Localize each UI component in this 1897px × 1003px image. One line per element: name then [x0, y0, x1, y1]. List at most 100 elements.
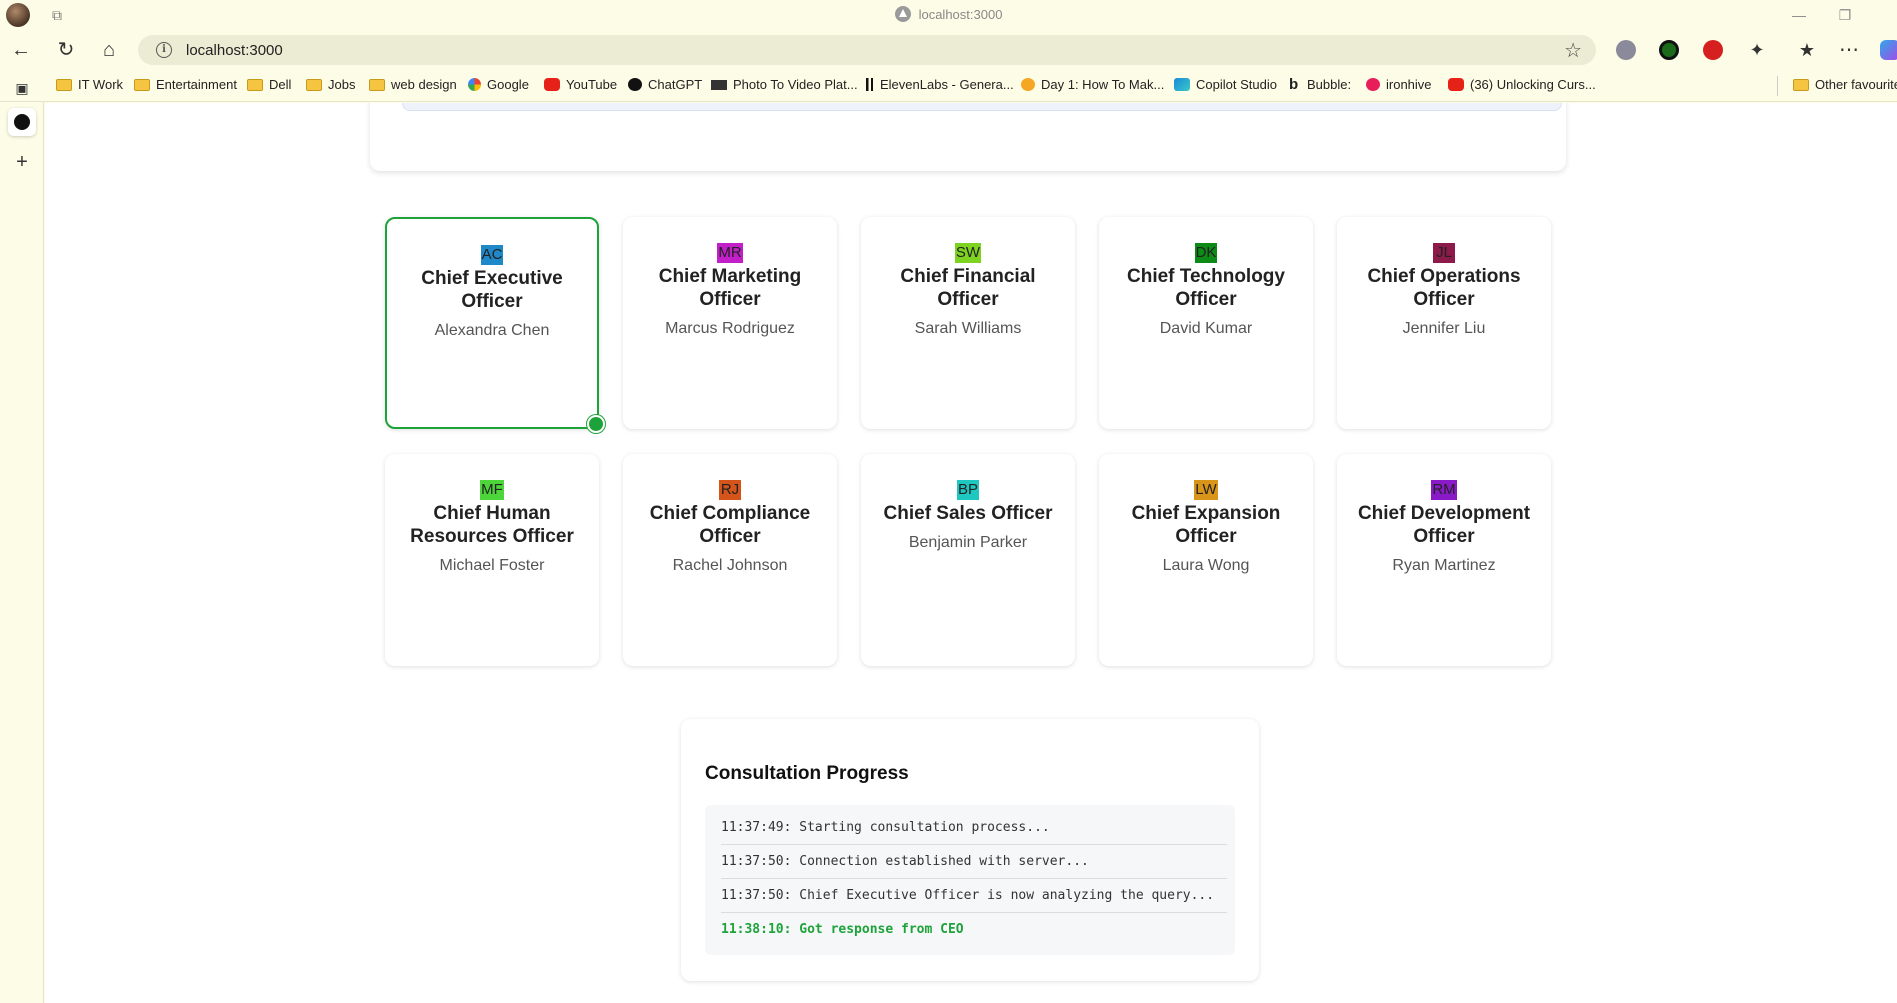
progress-log: 11:37:49: Starting consultation process.…	[705, 805, 1235, 955]
bookmark-google[interactable]: Google	[468, 77, 529, 92]
executive-card[interactable]: LW Chief Expansion Officer Laura Wong	[1099, 454, 1313, 666]
extensions-puzzle-icon[interactable]: ✦	[1742, 36, 1772, 64]
reload-icon[interactable]: ↻	[51, 36, 81, 64]
folder-icon	[369, 78, 385, 91]
minimize-icon[interactable]: —	[1781, 4, 1817, 26]
executive-card[interactable]: MR Chief Marketing Officer Marcus Rodrigue…	[623, 217, 837, 429]
avatar: RM	[1431, 480, 1457, 500]
bookmark-it-work[interactable]: IT Work	[56, 77, 123, 92]
ironhive-icon	[1366, 78, 1380, 91]
executive-card[interactable]: AC Chief Executive Officer Alexandra Chen	[385, 217, 605, 433]
more-menu-icon[interactable]: ⋯	[1834, 36, 1864, 64]
avatar: JL	[1433, 243, 1455, 263]
browser-toolbar: ← ↻ ⌂ i localhost:3000 ☆ ✦ ★ ⋯	[0, 30, 1897, 70]
bookmark-divider	[1777, 76, 1778, 96]
bookmark-other-favourites[interactable]: Other favourites	[1793, 77, 1897, 92]
executive-name: Laura Wong	[1162, 557, 1250, 574]
extension-green-icon[interactable]	[1659, 40, 1679, 60]
title-bar: ⧉ localhost:3000 — ❐	[0, 0, 1897, 30]
progress-heading: Consultation Progress	[705, 763, 909, 784]
elevenlabs-icon	[866, 78, 874, 91]
bookmark-copilot-studio[interactable]: Copilot Studio	[1174, 77, 1277, 92]
bookmark-youtube[interactable]: YouTube	[544, 77, 617, 92]
executive-name: Marcus Rodriguez	[665, 320, 795, 337]
executive-card[interactable]: RM Chief Development Officer Ryan Martinez	[1337, 454, 1551, 666]
home-icon[interactable]: ⌂	[94, 36, 124, 64]
log-line: 11:37:49: Starting consultation process.…	[721, 811, 1227, 845]
executive-name: Benjamin Parker	[908, 534, 1028, 551]
youtube-icon	[1448, 78, 1464, 91]
query-input-area[interactable]	[402, 103, 1562, 111]
executive-name: Ryan Martinez	[1392, 557, 1496, 574]
executive-name: Alexandra Chen	[434, 322, 550, 339]
bookmark-jobs[interactable]: Jobs	[306, 77, 355, 92]
bookmark-web-design[interactable]: web design	[369, 77, 457, 92]
day1-icon	[1021, 78, 1035, 91]
executive-role: Chief Development Officer	[1357, 503, 1531, 547]
query-card	[370, 103, 1566, 171]
vertical-tab-strip: ▣ +	[0, 80, 44, 1003]
executive-role: Chief Operations Officer	[1367, 266, 1521, 310]
avatar: SW	[954, 243, 982, 263]
window-title-text: localhost:3000	[918, 7, 1003, 22]
copilot-icon[interactable]	[1880, 40, 1897, 60]
tab-actions-icon[interactable]: ▣	[8, 74, 36, 102]
executive-role: Chief Financial Officer	[900, 266, 1036, 310]
executive-card[interactable]: DK Chief Technology Officer David Kumar	[1099, 217, 1313, 429]
executive-name: David Kumar	[1159, 320, 1253, 337]
executive-card[interactable]: BP Chief Sales Officer Benjamin Parker	[861, 454, 1075, 666]
favourite-star-icon[interactable]: ☆	[1564, 38, 1582, 63]
avatar: MF	[480, 480, 504, 500]
site-info-icon[interactable]: i	[156, 42, 172, 58]
youtube-icon	[544, 78, 560, 91]
bookmark-photo-to-video[interactable]: Photo To Video Plat...	[711, 77, 858, 92]
address-bar[interactable]: i localhost:3000 ☆	[138, 35, 1596, 65]
page-viewport: AC Chief Executive Officer Alexandra Chen M…	[45, 103, 1897, 1003]
new-tab-icon[interactable]: +	[8, 148, 36, 176]
favourites-icon[interactable]: ★	[1792, 36, 1822, 64]
executive-card[interactable]: MF Chief Human Resources Officer Michael F…	[385, 454, 599, 666]
folder-icon	[247, 78, 263, 91]
executive-role: Chief Technology Officer	[1127, 266, 1285, 310]
executive-grid: AC Chief Executive Officer Alexandra Chen M…	[385, 217, 1555, 673]
back-icon[interactable]: ←	[6, 36, 36, 64]
bookmark-elevenlabs[interactable]: ElevenLabs - Genera...	[866, 77, 1014, 92]
log-line: 11:38:10: Got response from CEO	[721, 922, 964, 937]
folder-icon	[134, 78, 150, 91]
consultation-progress-card: Consultation Progress 11:37:49: Starting…	[681, 719, 1259, 981]
bookmark-chatgpt[interactable]: ChatGPT	[628, 77, 702, 92]
site-favicon-icon	[894, 6, 911, 22]
executive-card[interactable]: SW Chief Financial Officer Sarah Williams	[861, 217, 1075, 429]
executive-role: Chief Sales Officer	[883, 503, 1053, 524]
active-tab-favicon[interactable]	[8, 108, 36, 136]
active-status-indicator	[587, 415, 605, 433]
executive-name: Michael Foster	[439, 557, 545, 574]
copilot-icon	[1174, 78, 1190, 91]
window-title: localhost:3000	[0, 6, 1897, 22]
extension-circle-icon[interactable]	[1616, 40, 1636, 60]
executive-role: Chief Human Resources Officer	[410, 503, 574, 547]
folder-icon	[56, 78, 72, 91]
executive-card[interactable]: RJ Chief Compliance Officer Rachel Johnson	[623, 454, 837, 666]
extension-red-badge-icon[interactable]	[1703, 40, 1723, 60]
bookmark-day1[interactable]: Day 1: How To Mak...	[1021, 77, 1164, 92]
google-icon	[468, 78, 481, 91]
bookmark-entertainment[interactable]: Entertainment	[134, 77, 237, 92]
restore-icon[interactable]: ❐	[1827, 4, 1863, 26]
bookmark-ironhive[interactable]: ironhive	[1366, 77, 1432, 92]
bookmark-dell[interactable]: Dell	[247, 77, 291, 92]
avatar: AC	[480, 245, 504, 265]
executive-card[interactable]: JL Chief Operations Officer Jennifer Liu	[1337, 217, 1551, 429]
bookmark-bubble[interactable]: b Bubble:	[1289, 77, 1351, 92]
executive-name: Jennifer Liu	[1402, 320, 1486, 337]
photo-video-icon	[711, 79, 727, 90]
avatar: DK	[1194, 243, 1218, 263]
folder-icon	[306, 78, 322, 91]
log-line: 11:37:50: Chief Executive Officer is now…	[721, 879, 1227, 913]
url-text[interactable]: localhost:3000	[186, 42, 283, 59]
executive-role: Chief Compliance Officer	[649, 503, 811, 547]
avatar: RJ	[719, 480, 741, 500]
bookmark-unlocking-cursor[interactable]: (36) Unlocking Curs...	[1448, 77, 1596, 92]
log-line: 11:37:50: Connection established with se…	[721, 845, 1227, 879]
executive-role: Chief Marketing Officer	[658, 266, 802, 310]
